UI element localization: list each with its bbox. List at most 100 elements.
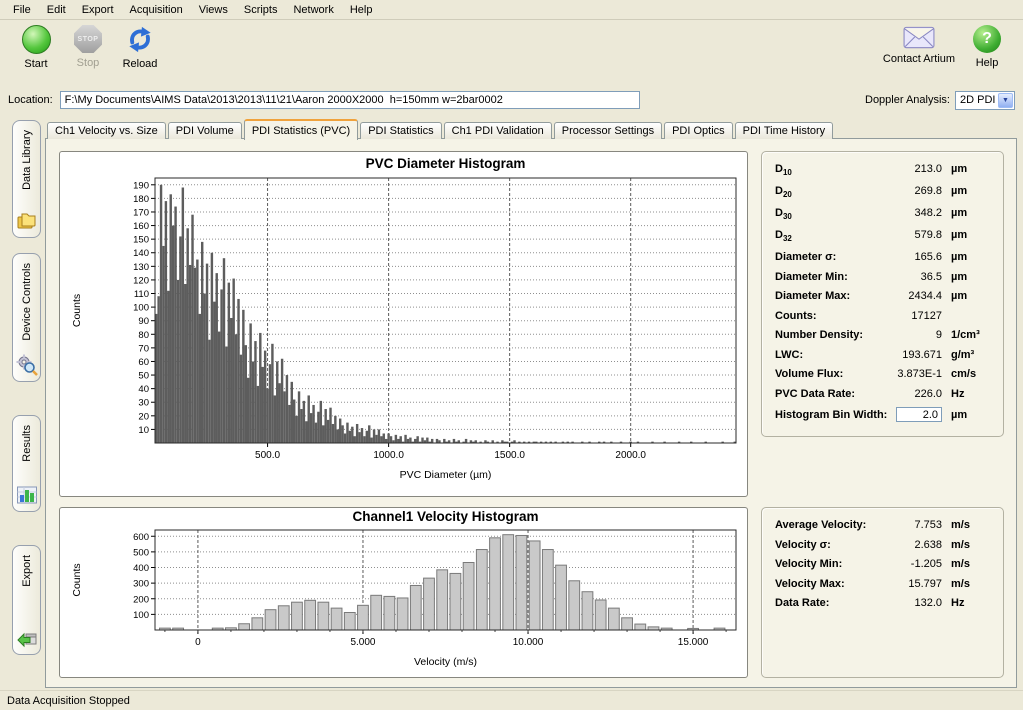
pvc-diameter-histogram-panel: PVC Diameter Histogram102030405060708090…	[59, 151, 748, 497]
stat-value: 348.2	[878, 207, 942, 219]
doppler-analysis-select[interactable]: 2D PDI ▼	[955, 91, 1015, 110]
envelope-icon	[903, 25, 935, 49]
menu-acquisition[interactable]: Acquisition	[122, 2, 191, 18]
stat-value: 165.6	[878, 251, 942, 263]
contact-artium-label: Contact Artium	[883, 53, 955, 65]
stat-row: Velocity Min:-1.205m/s	[775, 558, 991, 578]
stat-value: 36.5	[878, 271, 942, 283]
stat-value: 9	[878, 329, 942, 341]
stat-value: 213.0	[878, 163, 942, 175]
svg-text:100: 100	[133, 610, 149, 621]
start-button[interactable]: Start	[10, 25, 62, 70]
sidebar-item-export[interactable]: Export	[12, 545, 41, 655]
svg-text:120: 120	[133, 275, 149, 286]
sidebar-item-data-library[interactable]: Data Library	[12, 120, 41, 238]
stat-row: Histogram Bin Width:µm	[775, 407, 991, 427]
gears-icon	[16, 354, 38, 376]
stat-row: Diameter Min:36.5µm	[775, 271, 991, 291]
velocity-statistics-panel: Average Velocity:7.753m/sVelocity σ:2.63…	[761, 507, 1004, 678]
stat-row: D32579.8µm	[775, 229, 991, 251]
stat-label: D30	[775, 207, 878, 221]
menu-export[interactable]: Export	[74, 2, 122, 18]
stat-unit: µm	[942, 207, 991, 219]
stat-value: 226.0	[878, 388, 942, 400]
stat-unit: cm/s	[942, 368, 991, 380]
svg-text:300: 300	[133, 579, 149, 590]
svg-text:500.0: 500.0	[255, 450, 280, 461]
svg-text:40: 40	[138, 384, 149, 395]
tab-page: PVC Diameter Histogram102030405060708090…	[45, 138, 1017, 688]
tab-pdi-time-history[interactable]: PDI Time History	[735, 122, 834, 139]
help-button[interactable]: ? Help	[961, 25, 1013, 69]
stat-label: Velocity Min:	[775, 558, 878, 570]
location-input[interactable]	[60, 91, 640, 109]
sidebar-item-device-controls[interactable]: Device Controls	[12, 253, 41, 382]
svg-text:70: 70	[138, 343, 149, 354]
doppler-analysis-label: Doppler Analysis:	[865, 94, 950, 106]
chevron-down-icon[interactable]: ▼	[998, 93, 1013, 108]
stat-row: D30348.2µm	[775, 207, 991, 229]
menu-scripts[interactable]: Scripts	[236, 2, 286, 18]
stat-value: 15.797	[878, 578, 942, 590]
stat-value: 3.873E-1	[878, 368, 942, 380]
tab-pdi-statistics[interactable]: PDI Statistics	[360, 122, 441, 139]
stop-label: Stop	[77, 57, 100, 69]
contact-artium-button[interactable]: Contact Artium	[877, 25, 961, 69]
stat-unit: m/s	[942, 578, 991, 590]
stat-label: D32	[775, 229, 878, 243]
stat-label: Volume Flux:	[775, 368, 878, 380]
svg-text:180: 180	[133, 194, 149, 205]
sidebar-item-label: Results	[21, 425, 33, 462]
stat-unit: g/m³	[942, 349, 991, 361]
tab-ch1-velocity-vs-size[interactable]: Ch1 Velocity vs. Size	[47, 122, 166, 139]
location-label: Location:	[8, 94, 53, 106]
stat-row: Velocity σ:2.638m/s	[775, 539, 991, 559]
stat-label: Velocity σ:	[775, 539, 878, 551]
stat-unit: µm	[942, 163, 991, 175]
start-icon	[22, 25, 51, 54]
stat-unit: µm	[942, 229, 991, 241]
tab-pdi-volume[interactable]: PDI Volume	[168, 122, 242, 139]
stat-value: 2434.4	[878, 290, 942, 302]
bin-width-input[interactable]	[896, 407, 942, 422]
sidebar-item-label: Data Library	[21, 130, 33, 190]
svg-text:Channel1 Velocity Histogram: Channel1 Velocity Histogram	[352, 509, 538, 524]
tab-processor-settings[interactable]: Processor Settings	[554, 122, 662, 139]
tab-pdi-statistics-pvc[interactable]: PDI Statistics (PVC)	[244, 119, 358, 140]
menu-views[interactable]: Views	[191, 2, 236, 18]
menu-network[interactable]: Network	[285, 2, 341, 18]
svg-text:50: 50	[138, 371, 149, 382]
stat-row: Diameter Max:2434.4µm	[775, 290, 991, 310]
svg-text:140: 140	[133, 248, 149, 259]
menu-file[interactable]: File	[5, 2, 39, 18]
svg-text:1000.0: 1000.0	[373, 450, 404, 461]
reload-icon	[125, 25, 155, 54]
menu-edit[interactable]: Edit	[39, 2, 74, 18]
reload-button[interactable]: Reload	[114, 25, 166, 70]
svg-text:1500.0: 1500.0	[494, 450, 525, 461]
stat-row: D20269.8µm	[775, 185, 991, 207]
svg-text:10: 10	[138, 425, 149, 436]
sidebar-item-label: Device Controls	[21, 263, 33, 341]
tab-ch1-pdi-validation[interactable]: Ch1 PDI Validation	[444, 122, 552, 139]
location-row: Location: Doppler Analysis: 2D PDI ▼	[0, 88, 1023, 112]
stat-unit: µm	[942, 185, 991, 197]
stat-label: LWC:	[775, 349, 878, 361]
svg-text:PVC Diameter (µm): PVC Diameter (µm)	[400, 469, 492, 481]
svg-text:190: 190	[133, 180, 149, 191]
tab-pdi-optics[interactable]: PDI Optics	[664, 122, 733, 139]
menu-help[interactable]: Help	[342, 2, 381, 18]
svg-text:600: 600	[133, 532, 149, 543]
svg-text:80: 80	[138, 330, 149, 341]
sidebar-item-results[interactable]: Results	[12, 415, 41, 512]
stop-button: STOP Stop	[62, 25, 114, 69]
stat-unit: µm	[942, 409, 991, 421]
svg-text:2000.0: 2000.0	[615, 450, 646, 461]
app-window: { "window": { "status_text": "Data Acqui…	[0, 0, 1023, 710]
doppler-analysis-value: 2D PDI	[960, 94, 995, 106]
svg-text:10.000: 10.000	[513, 637, 544, 648]
stat-label: Average Velocity:	[775, 519, 878, 531]
stat-label: Diameter Max:	[775, 290, 878, 302]
stat-row: Diameter σ:165.6µm	[775, 251, 991, 271]
stat-row: Data Rate:132.0Hz	[775, 597, 991, 617]
